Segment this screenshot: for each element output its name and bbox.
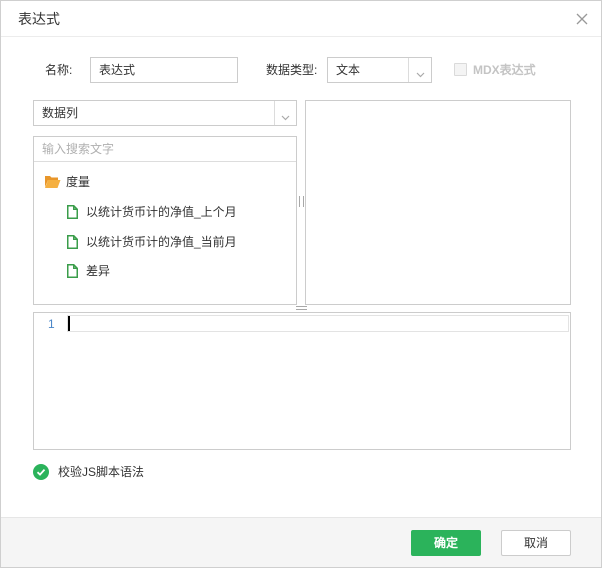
name-input-value: 表达式 [99, 63, 136, 77]
vertical-splitter-handle[interactable] [299, 196, 304, 207]
expression-dialog: 表达式 名称: 表达式 数据类型: 文本 MDX表达式 数据列 度量 [0, 0, 602, 568]
tree-folder-label: 度量 [66, 175, 91, 189]
file-icon [67, 235, 78, 249]
dialog-title: 表达式 [18, 11, 60, 27]
tree-item-label: 差异 [86, 264, 111, 278]
name-label: 名称: [45, 63, 73, 77]
cancel-button[interactable]: 取消 [501, 530, 571, 556]
source-select[interactable]: 数据列 [33, 100, 297, 126]
select-divider [408, 58, 409, 82]
tree-item-row[interactable]: 差异 [34, 262, 284, 280]
tree-item-label: 以统计货币计的净值_上个月 [86, 205, 237, 219]
text-cursor [68, 316, 70, 331]
code-editor[interactable]: 1 [33, 312, 571, 450]
tree-folder-row[interactable]: 度量 [34, 173, 284, 191]
tree-item-row[interactable]: 以统计货币计的净值_上个月 [34, 203, 284, 221]
active-line-highlight [67, 315, 569, 332]
source-select-value: 数据列 [42, 106, 79, 120]
chevron-down-icon[interactable] [416, 67, 425, 78]
line-number: 1 [48, 317, 55, 331]
select-divider [274, 101, 275, 125]
check-circle-icon [33, 464, 49, 480]
file-icon [67, 205, 78, 219]
field-tree-panel: 度量 以统计货币计的净值_上个月 以统计货币计的净值_当前月 差异 [33, 136, 297, 305]
horizontal-splitter-handle[interactable] [296, 306, 307, 310]
data-type-label: 数据类型: [266, 63, 318, 77]
chevron-down-icon[interactable] [281, 110, 290, 121]
mdx-label: MDX表达式 [473, 63, 536, 77]
data-type-select[interactable]: 文本 [327, 57, 432, 83]
detail-panel [305, 100, 571, 305]
tree-item-row[interactable]: 以统计货币计的净值_当前月 [34, 233, 284, 251]
file-icon [67, 264, 78, 278]
search-input[interactable] [34, 137, 296, 162]
data-type-value: 文本 [336, 63, 361, 77]
validate-js-label[interactable]: 校验JS脚本语法 [58, 464, 144, 480]
folder-icon [44, 175, 61, 189]
close-icon[interactable] [575, 12, 589, 26]
tree-item-label: 以统计货币计的净值_当前月 [86, 235, 237, 249]
name-input[interactable]: 表达式 [90, 57, 238, 83]
ok-button[interactable]: 确定 [411, 530, 481, 556]
mdx-checkbox[interactable] [454, 63, 467, 76]
header-divider [1, 36, 601, 37]
